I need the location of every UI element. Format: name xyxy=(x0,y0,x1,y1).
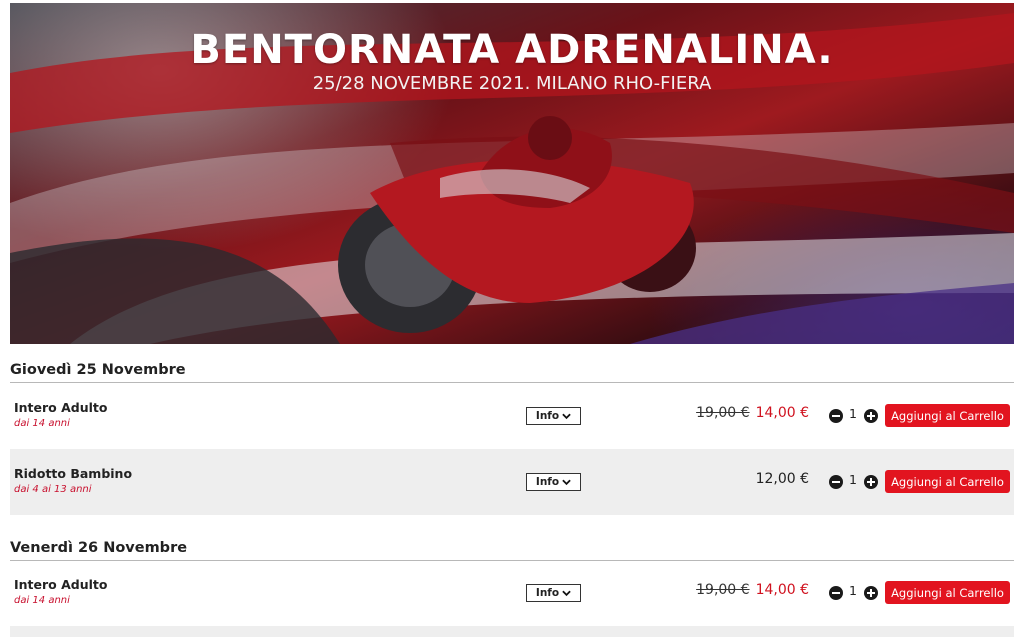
info-label: Info xyxy=(535,476,560,488)
price: 12,00 € xyxy=(756,471,809,487)
ticket-age: dai 14 anni xyxy=(14,418,70,429)
add-to-cart-button[interactable]: Aggiungi al Carrello xyxy=(885,581,1010,604)
ticket-name: Intero Adulto xyxy=(14,400,108,415)
plus-circle-icon[interactable] xyxy=(864,409,878,423)
add-to-cart-button[interactable]: Aggiungi al Carrello xyxy=(885,404,1010,427)
discount-price: 14,00 € xyxy=(755,582,809,598)
info-button[interactable]: Info xyxy=(526,473,581,491)
hero-banner: BENTORNATA ADRENALINA. 25/28 NOVEMBRE 20… xyxy=(10,3,1014,344)
quantity-value: 1 xyxy=(849,472,857,487)
hero-title: BENTORNATA ADRENALINA. xyxy=(190,27,834,73)
plus-circle-icon[interactable] xyxy=(864,586,878,600)
ticket-age: dai 4 ai 13 anni xyxy=(14,484,92,495)
old-price: 19,00 € xyxy=(696,582,750,598)
minus-circle-icon[interactable] xyxy=(829,586,843,600)
chevron-down-icon xyxy=(562,413,571,419)
minus-circle-icon[interactable] xyxy=(829,409,843,423)
quantity-value: 1 xyxy=(849,583,857,598)
chevron-down-icon xyxy=(562,590,571,596)
regular-price: 12,00 € xyxy=(755,471,809,487)
day-heading: Giovedì 25 Novembre xyxy=(10,362,1014,383)
price: 19,00 € 14,00 € xyxy=(696,582,809,598)
plus-circle-icon[interactable] xyxy=(864,475,878,489)
ticket-row: Ridotto Bambino dai 4 ai 13 anni Info 12… xyxy=(10,449,1014,515)
ticket-row: Intero Adulto dai 14 anni Info 19,00 € 14… xyxy=(10,560,1014,626)
ticket-name: Ridotto Bambino xyxy=(14,466,133,481)
ticket-age: dai 14 anni xyxy=(14,595,70,606)
info-label: Info xyxy=(535,587,560,599)
ticket-row xyxy=(10,626,1014,637)
info-button[interactable]: Info xyxy=(526,407,581,425)
ticket-name: Intero Adulto xyxy=(14,577,108,592)
ticket-row: Intero Adulto dai 14 anni Info 19,00 € 14… xyxy=(10,383,1014,449)
old-price: 19,00 € xyxy=(696,405,750,421)
discount-price: 14,00 € xyxy=(755,405,809,421)
add-to-cart-button[interactable]: Aggiungi al Carrello xyxy=(885,470,1010,493)
info-button[interactable]: Info xyxy=(526,584,581,602)
chevron-down-icon xyxy=(562,479,571,485)
info-label: Info xyxy=(535,410,560,422)
price: 19,00 € 14,00 € xyxy=(696,405,809,421)
minus-circle-icon[interactable] xyxy=(829,475,843,489)
day-heading: Venerdì 26 Novembre xyxy=(10,540,1014,561)
hero-subtitle: 25/28 NOVEMBRE 2021. MILANO RHO-FIERA xyxy=(312,73,712,94)
quantity-value: 1 xyxy=(849,406,857,421)
